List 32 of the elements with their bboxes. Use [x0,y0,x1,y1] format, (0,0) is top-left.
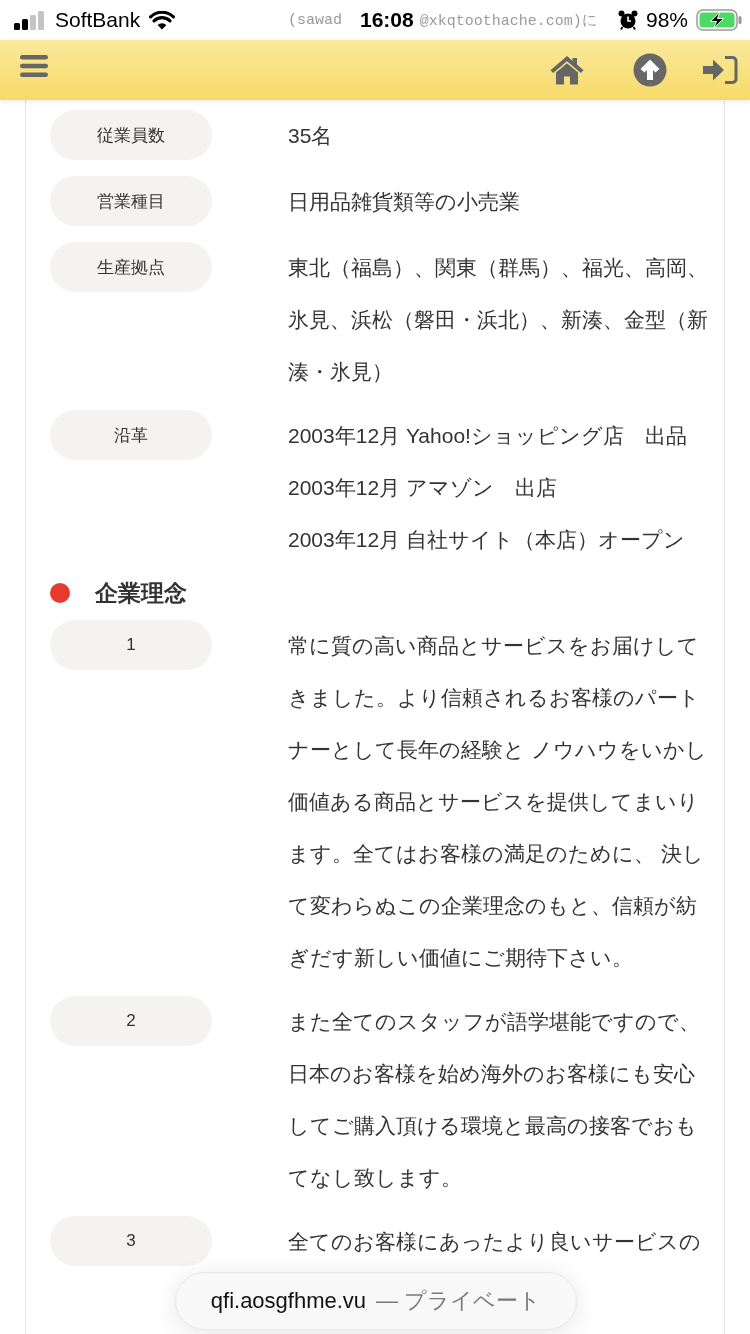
alarm-clock-icon [617,10,638,30]
history-entry: 2003年12月 Yahoo!ショッピング店 出品 [288,423,687,449]
field-label: 生産拠点 [50,242,212,292]
field-value: 常に質の高い商品とサービスをお届けしてきました。より信頼されるお客様のパートナーとして長年の経験と ノウハウをいかし価値ある商品とサービスを提供してまいります。全てはお客様の満足のために、 決して変わらぬこの企業理念のもと、信頼が紡ぎだす新しい価値にご期待下さい。 [288,633,708,971]
field-value: 全てのお客様にあったより良いサービスの [288,1229,702,1255]
status-time: 16:08 [360,8,414,32]
field-label: 営業種目 [50,176,212,226]
address-bar[interactable]: qfi.aosgfhme.vu — プライベート [175,1272,577,1330]
history-entry: 2003年12月 自社サイト（本店）オープン [288,527,685,553]
bullet-dot-icon [50,583,70,603]
field-value: 日用品雑貨類等の小売業 [288,189,521,215]
field-label: 3 [50,1216,212,1266]
marquee-text: (sawad [288,11,343,29]
field-label: 1 [50,620,212,670]
marquee-text: @xkqtoothache.com)に [419,11,597,30]
history-entry: 2003年12月 アマゾン 出店 [288,475,557,501]
field-label: 従業員数 [50,110,212,160]
field-value: 35名 [288,123,334,149]
field-value: また全てのスタッフが語学堪能ですので、日本のお客様を始め海外のお客様にも安心してご購入頂ける環境と最高の接客でおもてなし致します。 [288,1009,701,1191]
field-label: 2 [50,996,212,1046]
up-arrow-circle-icon[interactable] [633,53,667,87]
arrow-into-bracket-icon[interactable] [702,55,738,85]
battery-charging-icon [696,9,742,31]
battery-percent: 98% [645,8,688,32]
wifi-icon [149,10,176,30]
field-value: 東北（福島）、関東（群馬）、福光、高岡、氷見、浜松（磐田・浜北）、新湊、金型（新湊・氷見） [288,255,708,385]
field-label: 沿革 [50,410,212,460]
menu-icon[interactable] [20,54,48,78]
section-title: 企業理念 [95,578,187,608]
home-icon[interactable] [550,55,584,85]
carrier-name: SoftBank [55,8,141,32]
signal-icon [14,10,46,30]
